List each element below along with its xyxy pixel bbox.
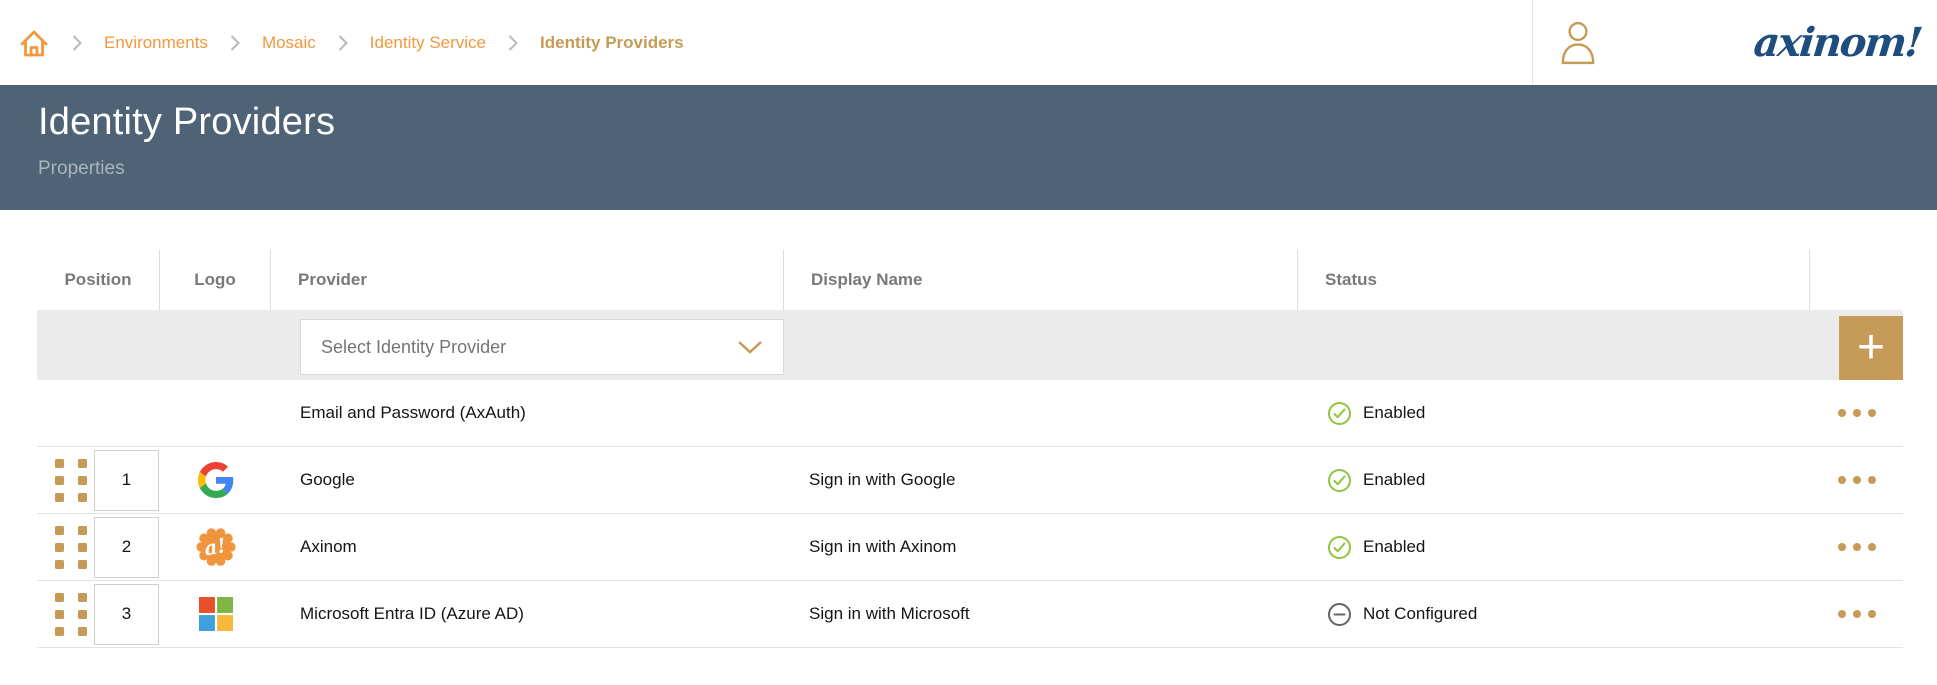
status-not-configured-icon	[1327, 602, 1352, 627]
column-header-status: Status	[1298, 250, 1810, 310]
row-actions-button[interactable]	[1832, 403, 1882, 423]
table-row: 1 Google Sign in with Google Enabled	[37, 447, 1903, 514]
status-enabled-icon	[1327, 535, 1352, 560]
table-header-row: Position Logo Provider Display Name Stat…	[37, 250, 1903, 310]
column-header-provider: Provider	[271, 250, 784, 310]
axinom-logo: axinom!	[1752, 19, 1924, 66]
breadcrumb: Environments Mosaic Identity Service Ide…	[0, 27, 1532, 59]
identity-providers-table: Position Logo Provider Display Name Stat…	[37, 250, 1903, 648]
provider-name: Google	[271, 447, 784, 513]
drag-handle-icon[interactable]	[55, 593, 87, 636]
status-enabled-icon	[1327, 401, 1352, 426]
status-badge: Enabled	[1363, 537, 1425, 557]
chevron-right-icon	[71, 34, 83, 52]
breadcrumb-environments[interactable]: Environments	[104, 33, 208, 53]
provider-name: Axinom	[271, 514, 784, 580]
status-enabled-icon	[1327, 468, 1352, 493]
axinom-logo-icon: a!	[195, 526, 237, 568]
microsoft-logo-icon	[199, 597, 233, 631]
column-header-logo: Logo	[160, 250, 271, 310]
page-header: Identity Providers Properties	[0, 85, 1937, 210]
breadcrumb-identity-providers: Identity Providers	[540, 33, 684, 53]
provider-name: Microsoft Entra ID (Azure AD)	[271, 581, 784, 647]
top-bar: Environments Mosaic Identity Service Ide…	[0, 0, 1937, 85]
add-provider-button[interactable]: +	[1839, 316, 1903, 380]
google-logo-icon	[198, 462, 234, 498]
position-value[interactable]: 3	[94, 584, 159, 645]
status-badge: Not Configured	[1363, 604, 1477, 624]
chevron-right-icon	[507, 34, 519, 52]
breadcrumb-mosaic[interactable]: Mosaic	[262, 33, 316, 53]
display-name	[784, 380, 1298, 446]
row-actions-button[interactable]	[1832, 537, 1882, 557]
row-actions-button[interactable]	[1832, 470, 1882, 490]
page-subtitle: Properties	[38, 158, 1937, 180]
chevron-right-icon	[337, 34, 349, 52]
display-name: Sign in with Microsoft	[784, 581, 1298, 647]
drag-handle-icon[interactable]	[55, 526, 87, 569]
status-badge: Enabled	[1363, 403, 1425, 423]
display-name: Sign in with Google	[784, 447, 1298, 513]
user-icon	[1558, 20, 1598, 66]
identity-provider-select[interactable]: Select Identity Provider	[300, 319, 784, 375]
column-header-position: Position	[37, 250, 160, 310]
home-icon[interactable]	[18, 27, 50, 59]
row-actions-button[interactable]	[1832, 604, 1882, 624]
display-name: Sign in with Axinom	[784, 514, 1298, 580]
table-row: Email and Password (AxAuth) Enabled	[37, 380, 1903, 447]
chevron-down-icon	[737, 340, 763, 355]
status-badge: Enabled	[1363, 470, 1425, 490]
chevron-right-icon	[229, 34, 241, 52]
add-provider-row: Select Identity Provider +	[37, 310, 1903, 380]
column-header-display-name: Display Name	[784, 250, 1298, 310]
svg-text:a!: a!	[202, 533, 228, 560]
table-row: 2 a! Axinom Sign in with Axinom	[37, 514, 1903, 581]
column-header-actions	[1810, 250, 1903, 310]
user-menu-button[interactable]	[1533, 20, 1623, 66]
select-placeholder: Select Identity Provider	[321, 337, 737, 358]
table-row: 3 Microsoft Entra ID (Azure AD) Sign in …	[37, 581, 1903, 648]
breadcrumb-identity-service[interactable]: Identity Service	[370, 33, 486, 53]
provider-name: Email and Password (AxAuth)	[271, 380, 784, 446]
position-value[interactable]: 2	[94, 517, 159, 578]
position-value[interactable]: 1	[94, 450, 159, 511]
drag-handle-icon[interactable]	[55, 459, 87, 502]
page-title: Identity Providers	[38, 101, 1937, 144]
